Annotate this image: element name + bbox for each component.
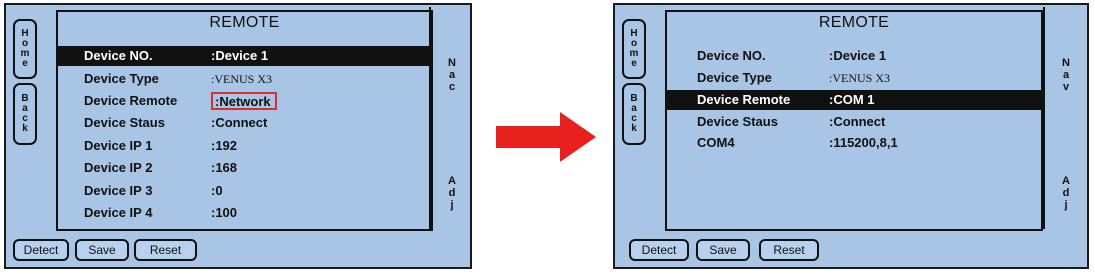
row-com4[interactable]: COM4 :115200,8,1: [667, 133, 1041, 153]
remote-panel-before: H o m e B a c k REMOTE Device NO. :Devic…: [4, 3, 472, 269]
home-button[interactable]: H o m e: [622, 19, 646, 79]
detect-button[interactable]: Detect: [629, 239, 689, 261]
row-device-ip-2[interactable]: Device IP 2 :168: [58, 158, 431, 178]
row-device-remote[interactable]: Device Remote :COM 1: [667, 90, 1041, 110]
side-control-bar: N a c A d j: [429, 7, 473, 229]
reset-button[interactable]: Reset: [134, 239, 197, 261]
settings-screen: REMOTE Device NO. :Device 1 Device Type …: [56, 10, 433, 231]
back-button[interactable]: B a c k: [13, 83, 37, 145]
arrow-right-icon: [496, 112, 596, 162]
row-device-no[interactable]: Device NO. :Device 1: [667, 46, 1041, 66]
reset-button[interactable]: Reset: [759, 239, 819, 261]
nav-control[interactable]: N a v: [1045, 57, 1087, 93]
remote-panel-after: H o m e B a c k REMOTE Device NO. :Devic…: [613, 3, 1089, 269]
row-device-status[interactable]: Device Staus :Connect: [58, 113, 431, 133]
back-button[interactable]: B a c k: [622, 83, 646, 145]
row-device-no[interactable]: Device NO. :Device 1: [58, 46, 431, 66]
adj-control[interactable]: A d j: [1045, 175, 1087, 211]
row-device-ip-3[interactable]: Device IP 3 :0: [58, 181, 431, 201]
screen-title: REMOTE: [818, 14, 890, 31]
row-device-remote[interactable]: Device Remote :Network: [58, 91, 431, 111]
row-device-type[interactable]: Device Type :VENUS X3: [58, 69, 431, 89]
side-control-bar: N a v A d j: [1043, 7, 1087, 229]
row-device-type[interactable]: Device Type :VENUS X3: [667, 68, 1041, 88]
screen-title: REMOTE: [209, 14, 280, 31]
home-button[interactable]: H o m e: [13, 19, 37, 79]
nav-control[interactable]: N a c: [431, 57, 473, 93]
row-device-ip-1[interactable]: Device IP 1 :192: [58, 136, 431, 156]
save-button[interactable]: Save: [696, 239, 750, 261]
settings-screen: REMOTE Device NO. :Device 1 Device Type …: [665, 10, 1043, 231]
row-device-ip-4[interactable]: Device IP 4 :100: [58, 203, 431, 223]
device-remote-value-highlight: :Network: [211, 92, 277, 110]
adj-control[interactable]: A d j: [431, 175, 473, 211]
detect-button[interactable]: Detect: [13, 239, 69, 261]
save-button[interactable]: Save: [75, 239, 129, 261]
row-device-status[interactable]: Device Staus :Connect: [667, 112, 1041, 132]
